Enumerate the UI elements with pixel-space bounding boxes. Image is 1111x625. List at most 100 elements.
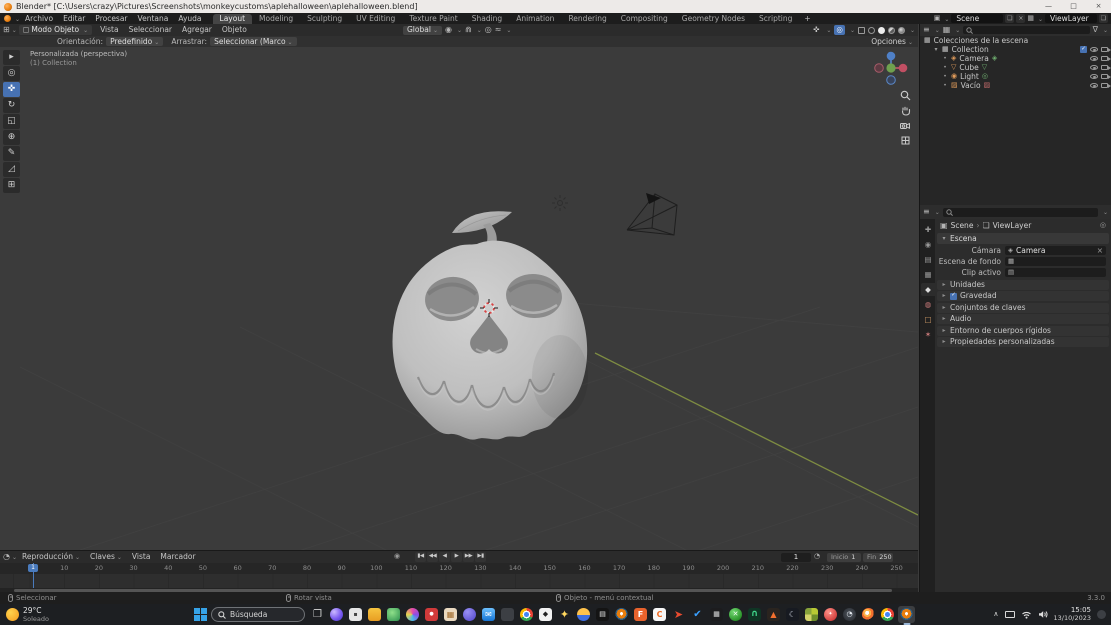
copilot-orb-icon[interactable] <box>328 606 345 623</box>
section-audio[interactable]: ▸ Audio <box>937 314 1109 324</box>
b5-dark-app-icon[interactable]: ▦ <box>708 606 725 623</box>
section-gravedad[interactable]: ▸ ✓ Gravedad <box>937 291 1109 301</box>
apple-model[interactable] <box>392 211 589 440</box>
scene-section-header[interactable]: ▾ Escena <box>937 233 1109 244</box>
search-input[interactable]: Búsqueda <box>211 607 305 622</box>
medal-app-icon[interactable] <box>575 606 592 623</box>
rendered-shading-icon[interactable] <box>897 26 905 34</box>
unlink-scene-button[interactable]: × <box>1016 14 1026 23</box>
disable-in-render-icon[interactable] <box>1101 56 1111 61</box>
material-shading-icon[interactable] <box>887 26 895 34</box>
transform-orientation-selector[interactable]: Global <box>403 25 442 35</box>
section-unidades[interactable]: ▸ Unidades <box>937 279 1109 290</box>
rotate-tool[interactable]: ↻ <box>3 98 20 113</box>
timeline-editor-type-icon[interactable]: ◔ <box>3 553 10 561</box>
mail-icon[interactable]: ✉ <box>480 606 497 623</box>
start-button[interactable] <box>194 608 207 621</box>
chrome-icon[interactable] <box>518 606 535 623</box>
crescent-app-icon[interactable]: ☾ <box>784 606 801 623</box>
black-text-app-icon[interactable]: ▤ <box>594 606 611 623</box>
timeline-menu-marcador[interactable]: Marcador <box>155 553 200 561</box>
timeline-menu-claves[interactable]: Claves <box>85 552 127 561</box>
output-properties-tab[interactable]: ▤ <box>921 253 935 266</box>
paint-swirl-app-icon[interactable] <box>404 606 421 623</box>
zoom-icon[interactable] <box>900 90 911 101</box>
camo-app-icon[interactable] <box>803 606 820 623</box>
outliner-item-camera[interactable]: • ◈ Camera ◈ <box>920 54 1111 63</box>
object-properties-tab[interactable]: □ <box>921 313 935 326</box>
clear-icon[interactable]: × <box>1097 247 1103 255</box>
red-record-app-icon[interactable]: ● <box>423 606 440 623</box>
hide-in-viewport-icon[interactable] <box>1090 47 1098 52</box>
display-mode-icon[interactable]: ▦ <box>943 26 951 34</box>
headset-app-icon[interactable]: ∩ <box>746 606 763 623</box>
gizmo-x-axis[interactable] <box>898 63 908 73</box>
navigation-gizmo[interactable] <box>872 49 910 87</box>
gizmo-neg-z-axis[interactable] <box>886 75 896 85</box>
xbox-icon[interactable]: ✕ <box>727 606 744 623</box>
solid-shading-icon[interactable] <box>877 26 885 34</box>
tray-clock[interactable]: 15:05 13/10/2023 <box>1054 607 1091 622</box>
workspace-tab-rendering[interactable]: Rendering <box>561 14 613 24</box>
viewport-menu-seleccionar[interactable]: Seleccionar <box>124 26 177 34</box>
outliner-item-collection[interactable]: ▾ ▦ Collection ✓ <box>920 45 1111 54</box>
filter-icon[interactable]: ∇ <box>1093 26 1098 34</box>
use-preview-range-icon[interactable]: ◔ <box>814 553 820 560</box>
next-keyframe-button[interactable]: ▶▶ <box>463 552 474 562</box>
blender-menu-icon[interactable] <box>4 15 11 22</box>
light-object[interactable] <box>552 195 568 211</box>
jump-start-button[interactable]: ▮◀ <box>415 552 426 562</box>
faded-app-icon[interactable] <box>499 606 516 623</box>
indigo-orb-app-icon[interactable] <box>461 606 478 623</box>
play-reverse-button[interactable]: ◀ <box>439 552 450 562</box>
section-conjuntos-de-claves[interactable]: ▸ Conjuntos de claves <box>937 302 1109 313</box>
wifi-icon[interactable] <box>1021 610 1032 619</box>
hide-in-viewport-icon[interactable] <box>1090 74 1098 79</box>
escena-de-fondo-field[interactable]: ▦ <box>1005 257 1106 266</box>
outliner-search-input[interactable] <box>963 26 1090 34</box>
editor-type-icon[interactable]: ⊞ <box>3 26 10 34</box>
xray-toggle[interactable] <box>857 26 865 34</box>
orange-f-app-icon[interactable]: F <box>632 606 649 623</box>
cursor-tool[interactable]: ◎ <box>3 66 20 81</box>
timeline-channels[interactable] <box>0 574 918 588</box>
menu-archivo[interactable]: Archivo <box>20 15 58 23</box>
disable-in-render-icon[interactable] <box>1101 47 1111 52</box>
workspace-tab-shading[interactable]: Shading <box>465 14 509 24</box>
workspace-tab-animation[interactable]: Animation <box>509 14 561 24</box>
render-properties-tab[interactable]: ◉ <box>921 238 935 251</box>
chevron-expanded-icon[interactable]: ▾ <box>933 46 939 53</box>
gizmo-y-axis[interactable] <box>886 63 896 73</box>
new-view-layer-button[interactable]: ❏ <box>1099 14 1108 23</box>
workspace-tab-modeling[interactable]: Modeling <box>252 14 300 24</box>
orientation-preset-selector[interactable]: Predefinido <box>106 37 164 46</box>
camera-object[interactable] <box>626 193 678 236</box>
obs-icon[interactable]: ◔ <box>841 606 858 623</box>
jump-end-button[interactable]: ▶▮ <box>475 552 486 562</box>
hide-in-viewport-icon[interactable] <box>1090 56 1098 61</box>
outliner-item-vacio[interactable]: • ▨ Vacío ▨ <box>920 81 1111 90</box>
chrome-colorful-app-icon[interactable] <box>879 606 896 623</box>
proportional-falloff-icon[interactable]: ≈ <box>495 26 502 34</box>
orange-c-app-icon[interactable]: C <box>651 606 668 623</box>
hide-in-viewport-icon[interactable] <box>1090 65 1098 70</box>
frame-end-field[interactable]: Fin 250 <box>863 552 893 562</box>
blender-active-icon[interactable] <box>898 606 915 623</box>
view-layer-properties-tab[interactable]: ▦ <box>921 268 935 281</box>
properties-search-input[interactable] <box>942 207 1098 217</box>
timeline-ruler[interactable]: 10 20 30 40 50 60 70 80 90 100 110 120 130 140 150 160 1… <box>0 563 918 574</box>
pan-hand-icon[interactable] <box>900 105 911 116</box>
timeline-menu-reproducci-n[interactable]: Reproducción <box>17 552 85 561</box>
outliner-item-cube[interactable]: • ▽ Cube ▽ <box>920 63 1111 72</box>
green-character-app-icon[interactable] <box>385 606 402 623</box>
pin-icon[interactable]: ◎ <box>1100 222 1106 229</box>
prev-keyframe-button[interactable]: ◀◀ <box>427 552 438 562</box>
task-view-icon[interactable]: ❐ <box>309 606 326 623</box>
select-box-tool[interactable]: ▸ <box>3 50 20 65</box>
workspace-tab-compositing[interactable]: Compositing <box>614 14 675 24</box>
mode-selector[interactable]: ◻ Modo Objeto <box>18 25 93 35</box>
section-entorno-de-cuerpos-r-gidos[interactable]: ▸ Entorno de cuerpos rígidos <box>937 325 1109 336</box>
current-frame-field[interactable]: 1 <box>781 552 811 562</box>
brave-lion-app-icon[interactable]: ▲ <box>765 606 782 623</box>
pivot-point-icon[interactable]: ◉ <box>445 26 452 34</box>
